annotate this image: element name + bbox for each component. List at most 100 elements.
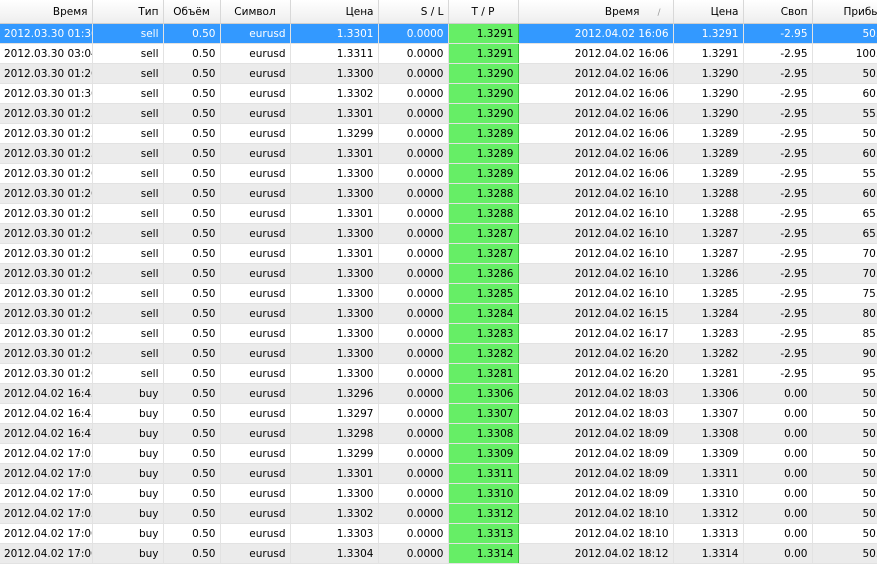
cell-profit: 50.00 <box>812 403 877 424</box>
table-row[interactable]: 2012.03.30 01:26 sell 0.50 eurusd 1.3300 0.00… <box>0 343 877 364</box>
cell-swap: -2.95 <box>743 203 813 224</box>
cell-volume: 0.50 <box>163 423 221 444</box>
table-row[interactable]: 2012.04.02 17:04 buy 0.50 eurusd 1.3300 0.000… <box>0 483 877 504</box>
cell-volume: 0.50 <box>163 363 221 384</box>
col-header-symbol[interactable]: Символ <box>220 0 291 24</box>
cell-stop-loss: 0.0000 <box>378 63 449 84</box>
table-row[interactable]: 2012.04.02 16:43 buy 0.50 eurusd 1.3297 0.000… <box>0 403 877 424</box>
cell-stop-loss: 0.0000 <box>378 243 449 264</box>
cell-swap: 0.00 <box>743 463 813 484</box>
cell-open-price: 1.3300 <box>290 343 379 364</box>
table-row[interactable]: 2012.03.30 01:26 sell 0.50 eurusd 1.3300 0.00… <box>0 303 877 324</box>
cell-open-price: 1.3304 <box>290 543 379 564</box>
table-row[interactable]: 2012.03.30 01:25 sell 0.50 eurusd 1.3299 0.00… <box>0 123 877 144</box>
cell-close-time: 2012.04.02 16:10 <box>518 243 674 264</box>
col-header-close-price[interactable]: Цена <box>673 0 744 24</box>
table-row[interactable]: 2012.03.30 01:36 sell 0.50 eurusd 1.3301 0.00… <box>0 23 877 44</box>
cell-profit: 50.00 <box>812 23 877 44</box>
table-row[interactable]: 2012.04.02 17:05 buy 0.50 eurusd 1.3302 0.000… <box>0 503 877 524</box>
cell-swap: -2.95 <box>743 103 813 124</box>
cell-type: sell <box>92 243 164 264</box>
cell-stop-loss: 0.0000 <box>378 263 449 284</box>
col-header-swap[interactable]: Своп <box>743 0 813 24</box>
cell-close-price: 1.3310 <box>673 483 744 504</box>
cell-open-price: 1.3301 <box>290 23 379 44</box>
cell-close-price: 1.3307 <box>673 403 744 424</box>
col-header-open-time[interactable]: Время <box>0 0 93 24</box>
table-row[interactable]: 2012.04.02 16:47 buy 0.50 eurusd 1.3298 0.000… <box>0 423 877 444</box>
cell-type: sell <box>92 303 164 324</box>
cell-open-price: 1.3299 <box>290 443 379 464</box>
cell-swap: -2.95 <box>743 323 813 344</box>
cell-symbol: eurusd <box>220 23 291 44</box>
cell-swap: -2.95 <box>743 283 813 304</box>
cell-volume: 0.50 <box>163 323 221 344</box>
table-row[interactable]: 2012.03.30 01:26 sell 0.50 eurusd 1.3300 0.00… <box>0 183 877 204</box>
cell-open-time: 2012.03.30 01:26 <box>0 363 93 384</box>
table-row[interactable]: 2012.03.30 01:26 sell 0.50 eurusd 1.3300 0.00… <box>0 63 877 84</box>
cell-open-price: 1.3301 <box>290 243 379 264</box>
table-row[interactable]: 2012.03.30 01:36 sell 0.50 eurusd 1.3302 0.00… <box>0 83 877 104</box>
cell-close-price: 1.3311 <box>673 463 744 484</box>
cell-volume: 0.50 <box>163 503 221 524</box>
table-row[interactable]: 2012.04.02 16:43 buy 0.50 eurusd 1.3296 0.000… <box>0 383 877 404</box>
table-row[interactable]: 2012.04.02 17:03 buy 0.50 eurusd 1.3299 0.000… <box>0 443 877 464</box>
cell-stop-loss: 0.0000 <box>378 323 449 344</box>
table-row[interactable]: 2012.03.30 01:25 sell 0.50 eurusd 1.3301 0.00… <box>0 203 877 224</box>
sort-indicator-icon: / <box>657 7 661 18</box>
cell-swap: 0.00 <box>743 483 813 504</box>
cell-volume: 0.50 <box>163 443 221 464</box>
cell-symbol: eurusd <box>220 183 291 204</box>
cell-close-time: 2012.04.02 16:10 <box>518 183 674 204</box>
cell-stop-loss: 0.0000 <box>378 203 449 224</box>
cell-open-time: 2012.03.30 01:36 <box>0 83 93 104</box>
cell-close-time: 2012.04.02 16:06 <box>518 23 674 44</box>
col-header-open-price[interactable]: Цена <box>290 0 379 24</box>
table-row[interactable]: 2012.03.30 01:25 sell 0.50 eurusd 1.3301 0.00… <box>0 143 877 164</box>
cell-profit: 90.00 <box>812 343 877 364</box>
cell-type: buy <box>92 523 164 544</box>
cell-open-price: 1.3299 <box>290 123 379 144</box>
cell-swap: 0.00 <box>743 383 813 404</box>
table-row[interactable]: 2012.03.30 01:26 sell 0.50 eurusd 1.3300 0.00… <box>0 223 877 244</box>
cell-volume: 0.50 <box>163 183 221 204</box>
table-row[interactable]: 2012.03.30 03:04 sell 0.50 eurusd 1.3311 0.00… <box>0 43 877 64</box>
table-row[interactable]: 2012.04.02 17:05 buy 0.50 eurusd 1.3301 0.000… <box>0 463 877 484</box>
table-row[interactable]: 2012.03.30 01:26 sell 0.50 eurusd 1.3300 0.00… <box>0 283 877 304</box>
col-header-type[interactable]: Тип <box>92 0 164 24</box>
col-header-profit[interactable]: Прибыль <box>812 0 877 24</box>
cell-stop-loss: 0.0000 <box>378 143 449 164</box>
cell-symbol: eurusd <box>220 303 291 324</box>
table-row[interactable]: 2012.03.30 01:26 sell 0.50 eurusd 1.3300 0.00… <box>0 363 877 384</box>
cell-volume: 0.50 <box>163 523 221 544</box>
cell-type: sell <box>92 363 164 384</box>
col-header-volume[interactable]: Объём <box>163 0 221 24</box>
cell-volume: 0.50 <box>163 103 221 124</box>
cell-close-time: 2012.04.02 16:06 <box>518 43 674 64</box>
col-header-stop-loss[interactable]: S / L <box>378 0 449 24</box>
cell-open-time: 2012.03.30 01:26 <box>0 163 93 184</box>
table-row[interactable]: 2012.04.02 17:06 buy 0.50 eurusd 1.3303 0.000… <box>0 523 877 544</box>
cell-volume: 0.50 <box>163 343 221 364</box>
cell-volume: 0.50 <box>163 543 221 564</box>
table-row[interactable]: 2012.03.30 01:26 sell 0.50 eurusd 1.3300 0.00… <box>0 263 877 284</box>
cell-type: sell <box>92 263 164 284</box>
col-header-close-time[interactable]: Время / <box>518 0 674 24</box>
cell-type: sell <box>92 103 164 124</box>
cell-symbol: eurusd <box>220 503 291 524</box>
col-header-take-profit[interactable]: T / P <box>448 0 519 24</box>
cell-close-time: 2012.04.02 16:10 <box>518 263 674 284</box>
cell-take-profit: 1.3311 <box>447 463 519 484</box>
cell-stop-loss: 0.0000 <box>378 423 449 444</box>
table-row[interactable]: 2012.03.30 01:26 sell 0.50 eurusd 1.3300 0.00… <box>0 163 877 184</box>
table-row[interactable]: 2012.03.30 01:25 sell 0.50 eurusd 1.3301 0.00… <box>0 103 877 124</box>
cell-take-profit: 1.3287 <box>447 243 519 264</box>
table-row[interactable]: 2012.03.30 01:26 sell 0.50 eurusd 1.3300 0.00… <box>0 323 877 344</box>
cell-take-profit: 1.3284 <box>447 303 519 324</box>
cell-take-profit: 1.3289 <box>447 123 519 144</box>
cell-take-profit: 1.3308 <box>447 423 519 444</box>
table-row[interactable]: 2012.03.30 01:25 sell 0.50 eurusd 1.3301 0.00… <box>0 243 877 264</box>
cell-take-profit: 1.3288 <box>447 183 519 204</box>
cell-volume: 0.50 <box>163 123 221 144</box>
table-row[interactable]: 2012.04.02 17:06 buy 0.50 eurusd 1.3304 0.000… <box>0 543 877 564</box>
